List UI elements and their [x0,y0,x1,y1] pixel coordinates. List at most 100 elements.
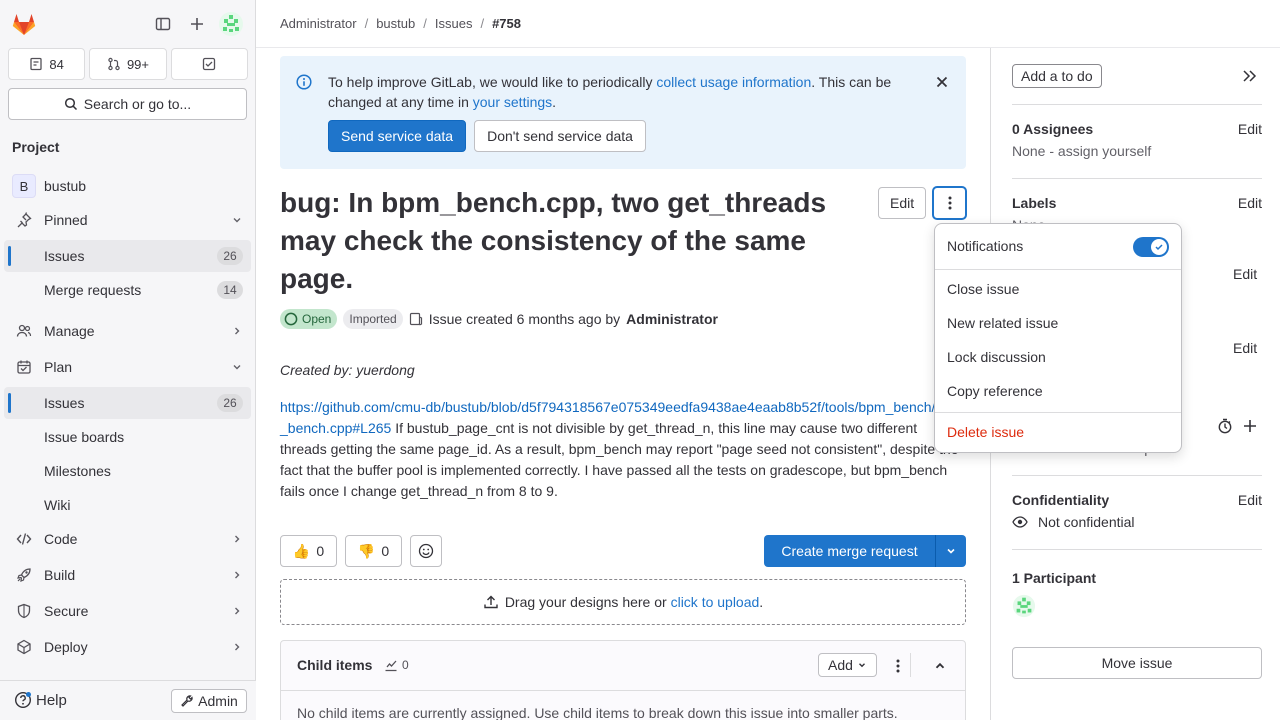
create-mr-dropdown-toggle[interactable] [935,535,966,567]
new-related-issue-item[interactable]: New related issue [947,315,1058,331]
pinned-issues-count: 26 [217,247,243,265]
thumbs-up-icon: 👍 [292,542,311,559]
top-bar: Administrator / bustub / Issues / #758 [256,0,1280,48]
confidentiality-title: Confidentiality [1012,492,1110,508]
breadcrumb-item[interactable]: bustub [376,16,415,31]
todos-counter[interactable] [170,48,248,80]
add-label: Add [828,657,853,673]
more-actions-icon[interactable] [890,658,906,674]
sidebar-item-code[interactable]: Code [4,523,251,555]
created-by-line: Created by: yuerdong [280,362,415,378]
sidebar-item-issue-boards[interactable]: Issue boards [4,421,251,453]
create-merge-request-button[interactable]: Create merge request [764,535,935,567]
project-name: bustub [44,178,87,194]
your-settings-link[interactable]: your settings [473,94,552,110]
sidebar-item-project[interactable]: B bustub [4,170,251,202]
sidebar-item-pinned-issues[interactable]: Issues 26 [4,240,251,272]
deploy-label: Deploy [44,639,88,655]
delete-issue-item[interactable]: Delete issue [947,424,1024,440]
status-badge: Open [280,309,338,329]
sidebar-item-manage[interactable]: Manage [4,315,251,347]
milestone-edit-button[interactable]: Edit [1233,266,1257,282]
collect-usage-link[interactable]: collect usage information [656,74,811,90]
assignees-edit-button[interactable]: Edit [1238,121,1262,137]
planning-icon [17,360,31,374]
help-button[interactable]: Help [14,691,67,709]
sidebar-item-secure[interactable]: Secure [4,595,251,627]
thumbs-up-button[interactable]: 👍 0 [280,535,337,567]
shield-icon [17,603,31,619]
sidebar-item-wiki[interactable]: Wiki [4,489,251,521]
move-issue-button[interactable]: Move issue [1012,647,1262,679]
notifications-toggle[interactable] [1133,237,1169,257]
breadcrumb-item[interactable]: Administrator [280,16,357,31]
copy-reference-item[interactable]: Copy reference [947,383,1043,399]
sidebar-item-pinned[interactable]: Pinned [4,204,251,236]
close-issue-item[interactable]: Close issue [947,281,1019,297]
search-label: Search or go to... [83,96,192,112]
issues-counter[interactable]: 84 [8,48,86,80]
banner-text-part: . [552,94,557,110]
wrench-icon [181,695,193,707]
participant-avatar[interactable] [1012,594,1262,621]
chevron-down-icon [223,361,251,373]
sidebar-item-plan[interactable]: Plan [4,351,251,383]
participants-title: 1 Participant [1012,570,1097,586]
search-button[interactable]: Search or go to... [8,88,247,120]
breadcrumb-item[interactable]: Issues [435,16,473,31]
admin-button[interactable]: Admin [171,689,247,713]
sidebar-item-milestones[interactable]: Milestones [4,455,251,487]
users-icon [16,324,32,337]
upload-icon [484,595,498,609]
add-todo-button[interactable]: Add a to do [1012,64,1102,88]
confidentiality-status: Not confidential [1012,514,1262,530]
thumbs-down-button[interactable]: 👎 0 [345,535,402,567]
add-child-item-button[interactable]: Add [818,653,877,677]
plan-label: Plan [44,359,73,375]
create-new-icon[interactable] [183,10,211,38]
author-link[interactable]: Administrator [626,311,718,327]
dont-send-service-data-button[interactable]: Don't send service data [474,120,646,152]
breadcrumb-separator: / [480,16,485,31]
thumbs-up-count: 0 [316,543,325,559]
click-to-upload-link[interactable]: click to upload [671,594,760,610]
breadcrumb-current[interactable]: #758 [492,16,521,31]
project-avatar: B [12,174,36,198]
send-service-data-button[interactable]: Send service data [328,120,467,152]
close-icon[interactable] [934,74,950,90]
add-time-icon[interactable] [1242,418,1258,434]
question-icon [14,691,32,709]
sidebar-item-pinned-merge-requests[interactable]: Merge requests 14 [4,274,251,306]
lock-discussion-item[interactable]: Lock discussion [947,349,1046,365]
child-items-header: Child items 0 Add [281,641,965,691]
child-items-title: Child items [297,657,373,673]
iteration-edit-button[interactable]: Edit [1233,340,1257,356]
user-avatar[interactable] [217,10,245,38]
sidebar-item-plan-issues[interactable]: Issues 26 [4,387,251,419]
merge-requests-counter[interactable]: 99+ [89,48,167,80]
create-merge-request-group: Create merge request [764,535,966,567]
divider [1012,104,1262,105]
issues-icon [30,57,43,71]
confidentiality-edit-button[interactable]: Edit [1238,492,1262,508]
design-upload-dropzone[interactable]: Drag your designs here or click to uploa… [280,579,966,625]
gitlab-logo-icon[interactable] [10,10,38,38]
description-paragraph: https://github.com/cmu-db/bustub/blob/d5… [280,397,966,502]
pinned-issues-label: Issues [44,248,85,264]
edit-title-button[interactable]: Edit [878,187,927,219]
add-reaction-button[interactable] [410,535,442,567]
merge-requests-count: 99+ [126,56,150,72]
assignees-value[interactable]: None - assign yourself [1012,143,1262,159]
labels-edit-button[interactable]: Edit [1238,195,1262,211]
chevron-up-icon[interactable] [933,659,947,673]
sidebar-item-build[interactable]: Build [4,559,251,591]
pinned-mr-label: Merge requests [44,282,142,298]
issue-actions-button[interactable] [932,186,967,220]
plan-issues-label: Issues [44,395,85,411]
chevron-right-icon [223,605,251,617]
sidebar-item-deploy[interactable]: Deploy [4,631,251,663]
collapse-sidebar-icon[interactable] [1241,68,1257,84]
plan-issues-count: 26 [217,394,243,412]
toggle-sidebar-icon[interactable] [149,10,177,38]
chevron-right-icon [223,533,251,545]
